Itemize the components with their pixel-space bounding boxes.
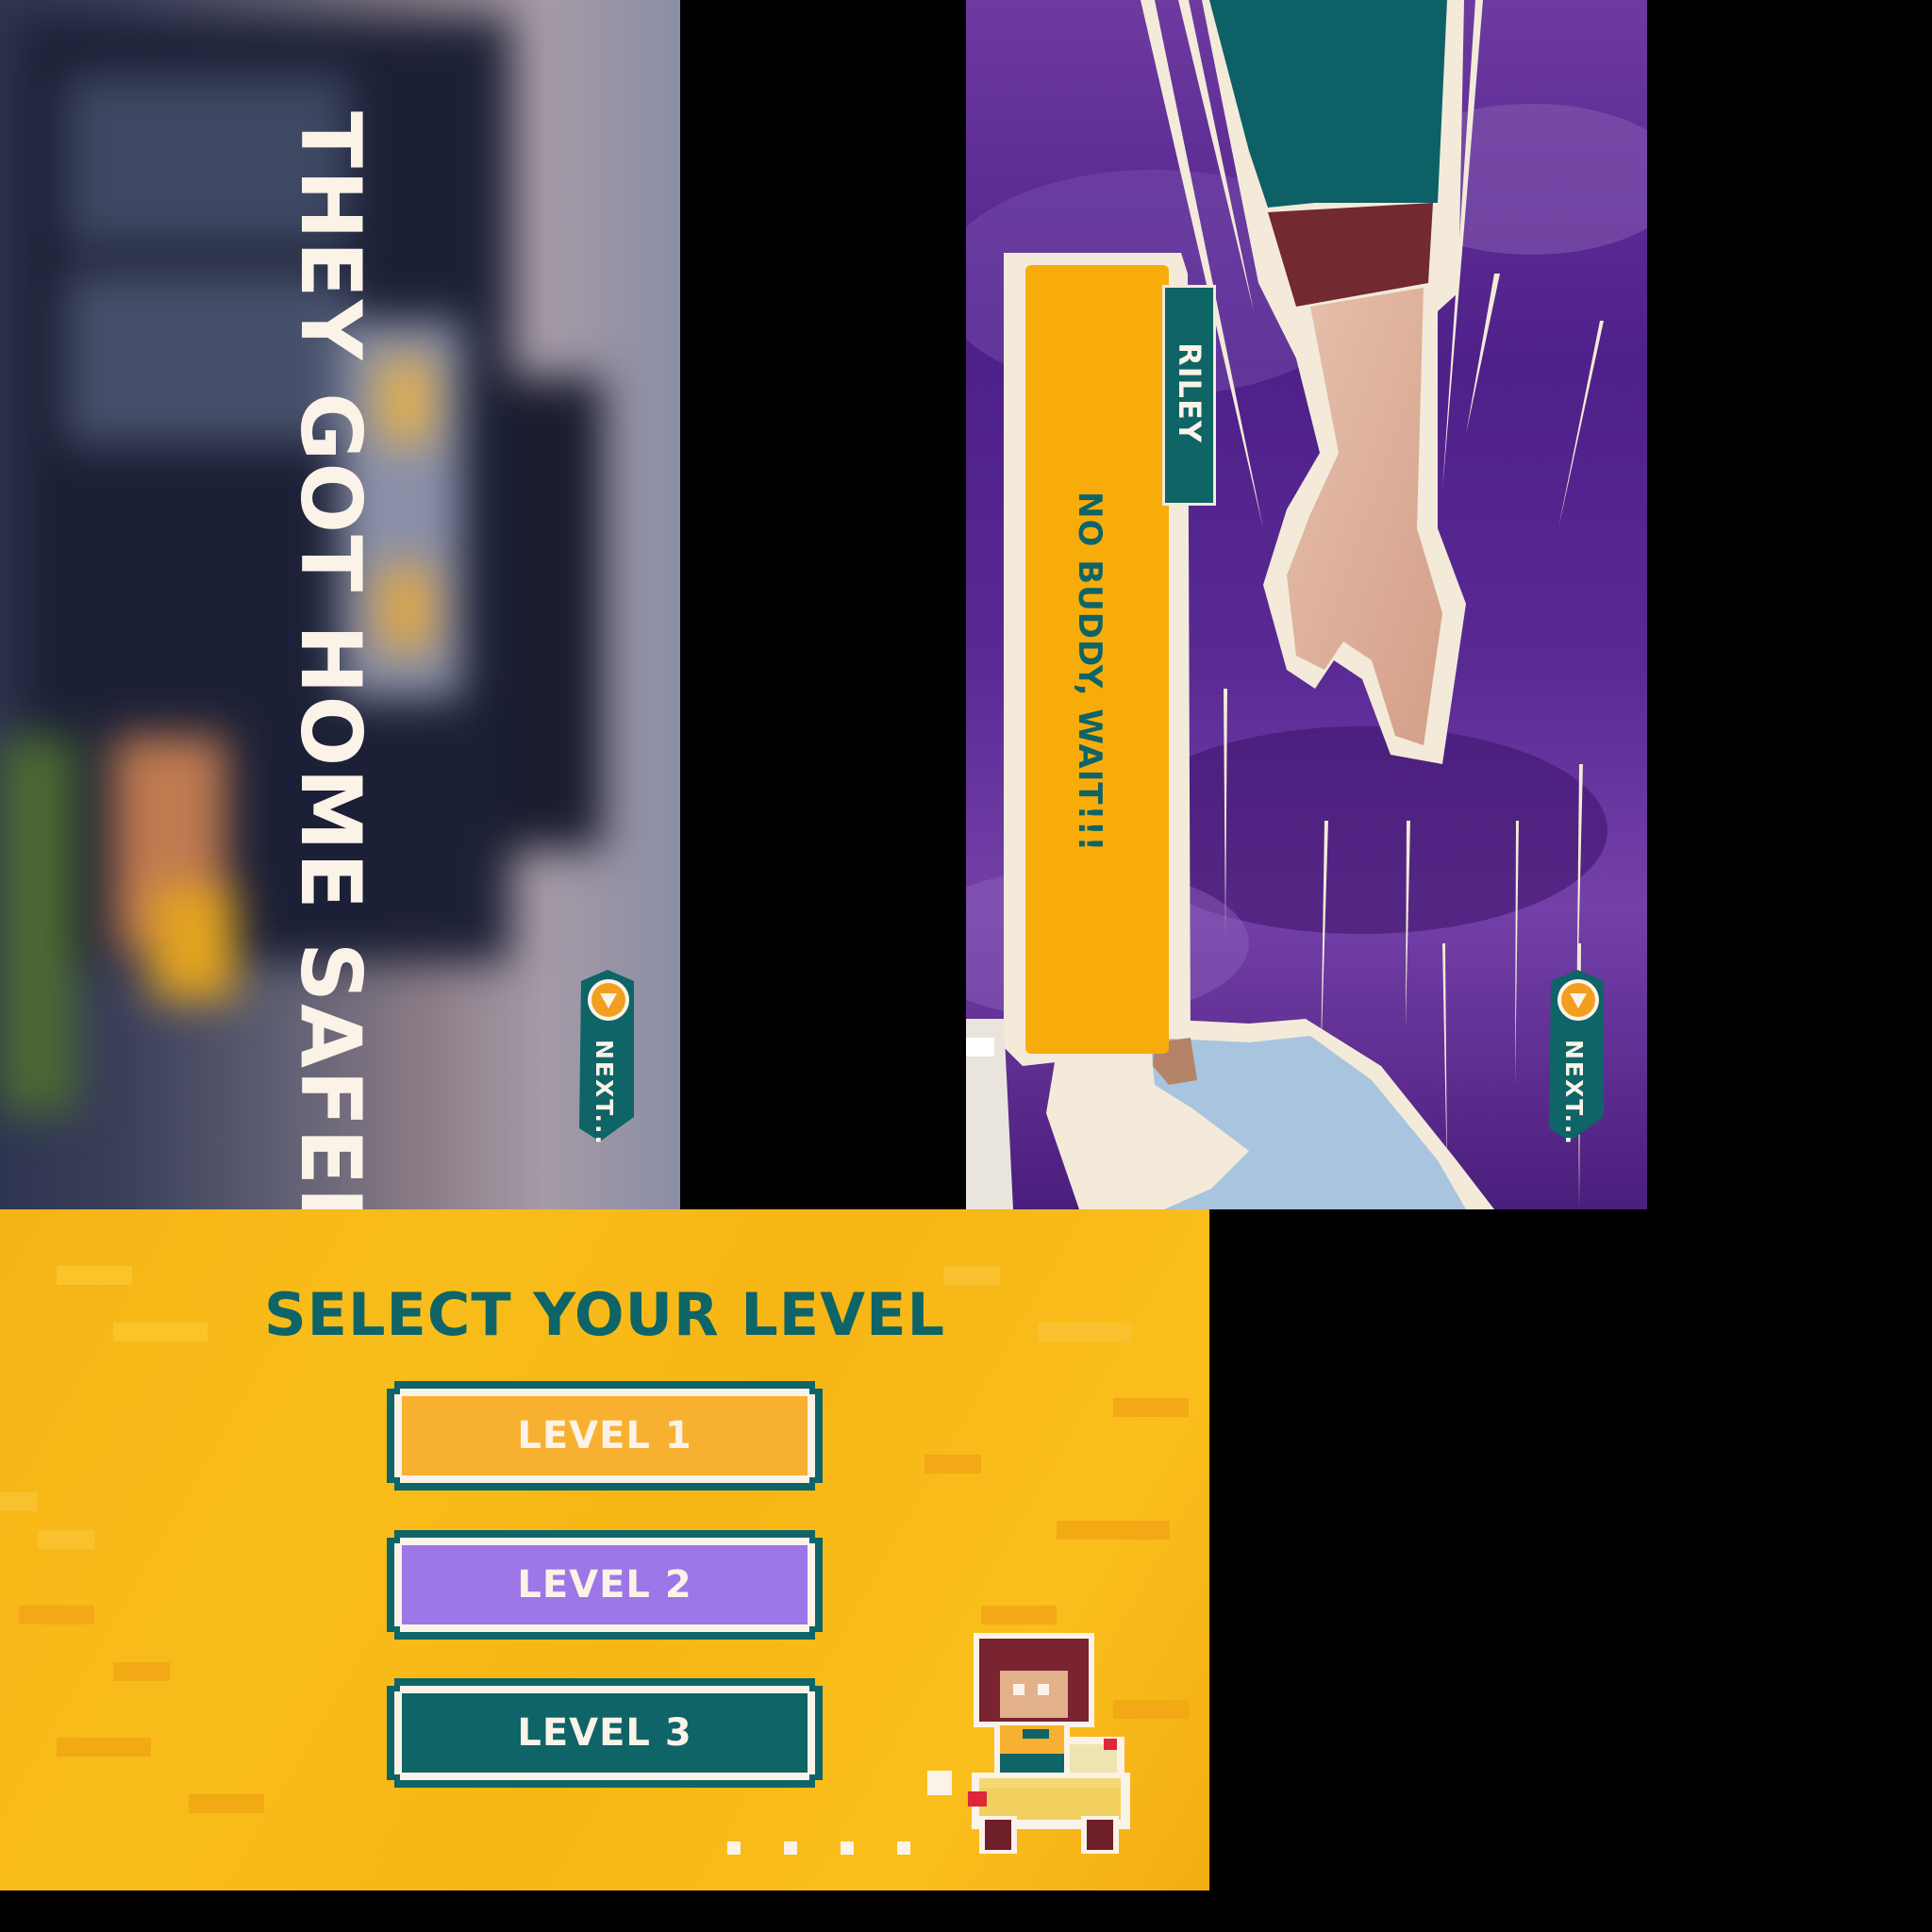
trail-dot xyxy=(784,1841,797,1855)
exhaust-puff xyxy=(927,1771,952,1795)
dialog-bubble: NO BUDDY, WAIT!!! xyxy=(1025,265,1169,1054)
button-face: LEVEL 1 xyxy=(402,1396,808,1475)
level-1-button[interactable]: LEVEL 1 xyxy=(387,1381,823,1491)
level-1-label: LEVEL 1 xyxy=(517,1414,692,1457)
level-select-panel: SELECT YOUR LEVEL LEVEL 1 LEVEL 2 LEVEL … xyxy=(0,1209,1209,1890)
trail-dot xyxy=(727,1841,741,1855)
level-2-label: LEVEL 2 xyxy=(517,1563,692,1607)
speaker-name-tag: RILEY xyxy=(1162,285,1216,506)
level-select-title: SELECT YOUR LEVEL xyxy=(263,1280,945,1349)
speaker-name: RILEY xyxy=(1172,342,1208,443)
trail-dot xyxy=(841,1841,854,1855)
trail-dot xyxy=(897,1841,910,1855)
dialog-line: NO BUDDY, WAIT!!! xyxy=(1071,491,1108,853)
button-face: LEVEL 3 xyxy=(402,1693,808,1773)
level-3-button[interactable]: LEVEL 3 xyxy=(387,1678,823,1788)
level-2-button[interactable]: LEVEL 2 xyxy=(387,1530,823,1640)
cutscene-home-panel: THEY GOT HOME SAFELY NEXT... xyxy=(0,0,680,1209)
level-3-label: LEVEL 3 xyxy=(517,1711,692,1755)
cutscene-caption: THEY GOT HOME SAFELY xyxy=(282,111,379,1209)
pixel-character-scooter xyxy=(968,1633,1130,1854)
next-button[interactable]: NEXT... xyxy=(1541,968,1607,1146)
next-label: NEXT... xyxy=(591,1040,618,1147)
next-button[interactable]: NEXT... xyxy=(572,968,638,1146)
button-face: LEVEL 2 xyxy=(402,1545,808,1624)
next-label: NEXT... xyxy=(1560,1040,1588,1147)
